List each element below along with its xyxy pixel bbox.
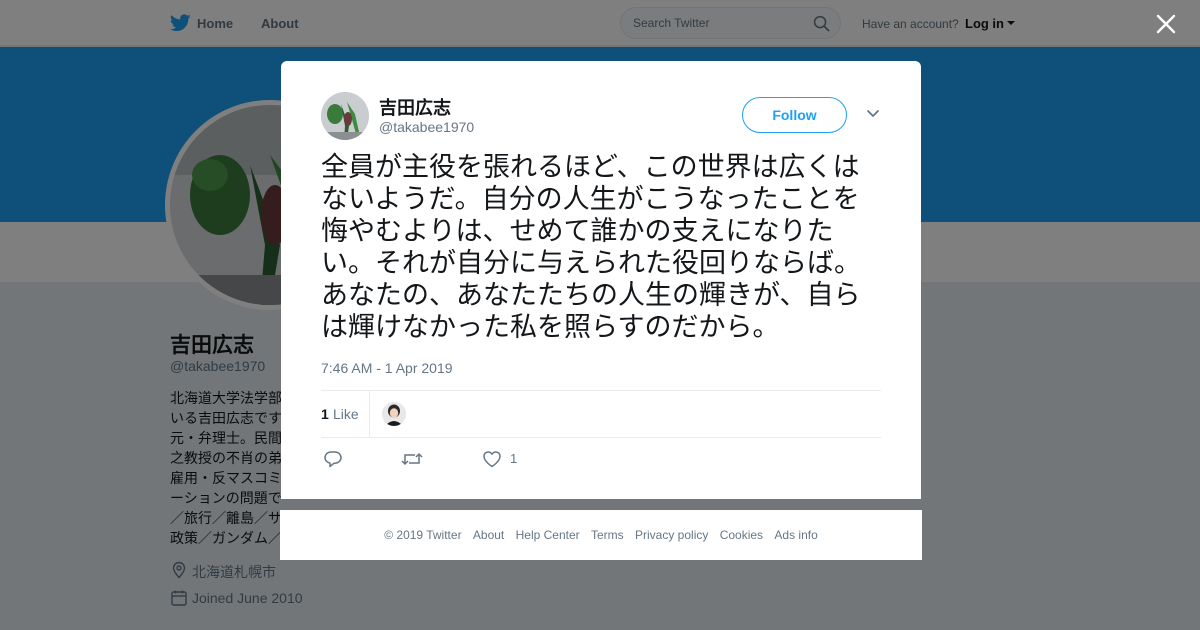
footer-links: © 2019 Twitter About Help Center Terms P…	[280, 528, 922, 542]
reply-icon[interactable]	[323, 450, 343, 468]
tweet-author-handle[interactable]: @takabee1970	[379, 119, 474, 135]
footer-link-cookies[interactable]: Cookies	[720, 528, 763, 542]
divider	[369, 391, 370, 437]
divider	[321, 437, 881, 438]
footer-link-about[interactable]: About	[473, 528, 504, 542]
footer-link-ads-info[interactable]: Ads info	[774, 528, 817, 542]
likes-label[interactable]: Like	[333, 406, 359, 422]
tweet-author-name[interactable]: 吉田広志	[379, 94, 451, 120]
heart-icon[interactable]	[482, 450, 502, 468]
follow-button[interactable]: Follow	[742, 97, 847, 133]
tweet-author-avatar[interactable]	[321, 92, 369, 140]
retweet-icon[interactable]	[401, 450, 423, 468]
divider	[321, 390, 881, 391]
chevron-down-icon[interactable]	[866, 109, 880, 119]
footer-link-privacy-policy[interactable]: Privacy policy	[635, 528, 708, 542]
tweet-modal: 吉田広志 @takabee1970 Follow 全員が主役を張れるほど、この世…	[281, 61, 921, 499]
tweet-text: 全員が主役を張れるほど、この世界は広くはないようだ。自分の人生がこうなったことを…	[321, 152, 861, 343]
footer-link-help-center[interactable]: Help Center	[516, 528, 580, 542]
likes-count[interactable]: 1	[321, 406, 329, 422]
liker-avatar[interactable]	[382, 402, 406, 426]
footer-link-terms[interactable]: Terms	[591, 528, 624, 542]
footer-copyright: © 2019 Twitter	[384, 528, 462, 542]
like-action-count: 1	[510, 451, 518, 466]
tweet-timestamp[interactable]: 7:46 AM - 1 Apr 2019	[321, 360, 453, 376]
close-icon[interactable]	[1155, 13, 1177, 35]
liker-avatar-image	[382, 402, 406, 426]
modal-footer: © 2019 Twitter About Help Center Terms P…	[280, 510, 922, 560]
tweet-author-avatar-image	[321, 92, 369, 140]
